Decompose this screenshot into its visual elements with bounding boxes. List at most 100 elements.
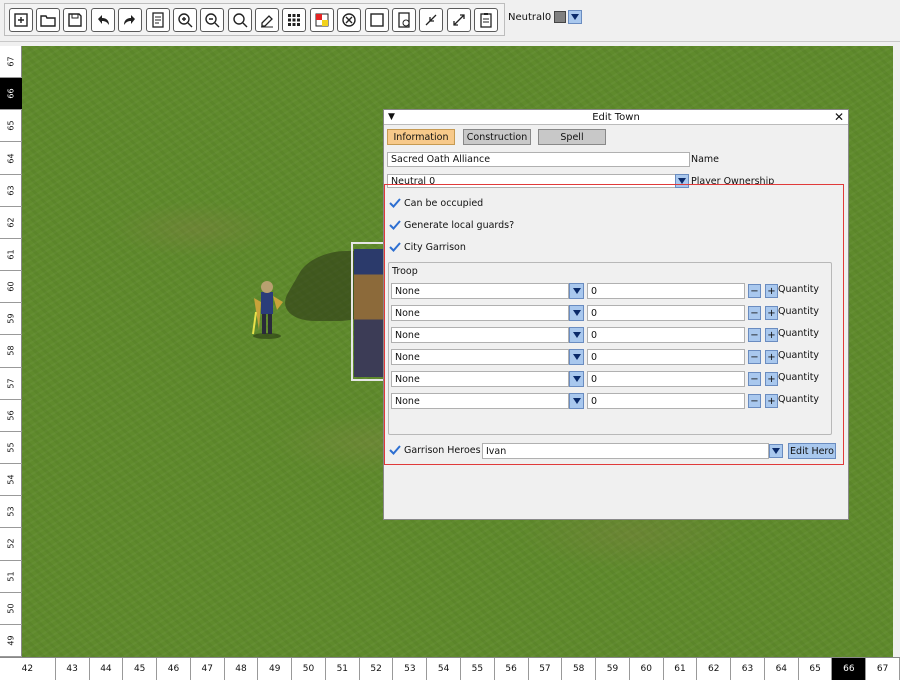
zoom-in-icon — [178, 12, 193, 27]
town-name-label: Name — [691, 154, 720, 165]
ruler-left-label: 60 — [0, 271, 22, 304]
quantity-increment-button[interactable]: + — [765, 284, 778, 298]
redo-button[interactable] — [118, 7, 143, 32]
minimize-button[interactable] — [419, 7, 444, 32]
validate-button[interactable] — [391, 7, 416, 32]
zoom-out-button[interactable] — [200, 7, 225, 32]
ruler-bottom-label: 57 — [529, 658, 563, 680]
troop-unit-dropdown[interactable] — [569, 393, 584, 409]
properties-button[interactable] — [145, 7, 170, 32]
grid-icon — [288, 13, 301, 26]
blocked-icon — [342, 12, 356, 27]
town-object[interactable] — [354, 249, 384, 377]
quantity-increment-button[interactable]: + — [765, 328, 778, 342]
owner-select[interactable]: Neutral0 — [508, 8, 583, 26]
troop-quantity-input[interactable]: 0 — [587, 305, 745, 321]
tab-construction[interactable]: Construction — [463, 129, 531, 145]
checkmark-icon[interactable] — [389, 197, 401, 209]
troop-group: Troop None 0− + Quantity None 0− + Quantity None… — [388, 262, 832, 435]
ruler-left-label: 50 — [0, 593, 22, 625]
ruler-bottom-label: 53 — [393, 658, 428, 680]
ruler-bottom-label: 60 — [630, 658, 664, 680]
quantity-decrement-button[interactable]: − — [748, 328, 761, 342]
passability-button[interactable] — [309, 7, 334, 32]
garrison-heroes-row[interactable]: Garrison Heroes — [389, 442, 481, 458]
troop-unit-select[interactable]: None — [391, 283, 569, 299]
ruler-bottom-label: 42 — [0, 658, 56, 680]
blocked-button[interactable] — [337, 7, 362, 32]
town-name-input[interactable]: Sacred Oath Alliance — [387, 152, 690, 167]
minimize-icon — [425, 14, 437, 25]
troop-unit-select[interactable]: None — [391, 393, 569, 409]
ruler-bottom-label: 50 — [292, 658, 326, 680]
checkmark-icon[interactable] — [389, 241, 401, 253]
quantity-decrement-button[interactable]: − — [748, 284, 761, 298]
ruler-bottom-label: 49 — [258, 658, 293, 680]
quantity-increment-button[interactable]: + — [765, 394, 778, 408]
quantity-label: Quantity — [778, 328, 820, 339]
zoom-reset-icon — [232, 12, 248, 27]
ruler-left-text: 55 — [6, 442, 16, 453]
ruler-left-text: 67 — [6, 56, 16, 67]
quantity-increment-button[interactable]: + — [765, 372, 778, 386]
checkmark-icon[interactable] — [389, 444, 401, 456]
generate-guards-row[interactable]: Generate local guards? — [389, 217, 514, 233]
zoom-in-button[interactable] — [172, 7, 197, 32]
grid-button[interactable] — [282, 7, 307, 32]
troop-unit-select[interactable]: None — [391, 327, 569, 343]
troop-quantity-input[interactable]: 0 — [587, 283, 745, 299]
new-file-button[interactable] — [8, 7, 33, 32]
edit-town-dialog: ▼ Edit Town ✕ Information Construction S… — [383, 109, 849, 520]
maximize-button[interactable] — [446, 7, 471, 32]
troop-unit-select[interactable]: None — [391, 305, 569, 321]
tab-spell[interactable]: Spell — [538, 129, 606, 145]
quantity-decrement-button[interactable]: − — [748, 350, 761, 364]
zoom-reset-button[interactable] — [227, 7, 252, 32]
can-be-occupied-row[interactable]: Can be occupied — [389, 195, 483, 211]
undo-button[interactable] — [90, 7, 115, 32]
ruler-bottom-label: 52 — [360, 658, 394, 680]
hero-sprite[interactable] — [248, 278, 286, 340]
city-garrison-row[interactable]: City Garrison — [389, 239, 466, 255]
garrison-hero-dropdown[interactable] — [769, 444, 783, 458]
ruler-bottom-label: 64 — [765, 658, 799, 680]
troop-unit-dropdown[interactable] — [569, 349, 584, 365]
erase-button[interactable] — [255, 7, 280, 32]
owner-dropdown-arrow[interactable] — [568, 10, 583, 24]
quantity-decrement-button[interactable]: − — [748, 372, 761, 386]
ruler-left-text: 54 — [6, 474, 16, 485]
troop-unit-dropdown[interactable] — [569, 283, 584, 299]
troop-unit-dropdown[interactable] — [569, 371, 584, 387]
fill-button[interactable] — [364, 7, 389, 32]
quantity-label: Quantity — [778, 350, 820, 361]
quantity-increment-button[interactable]: + — [765, 350, 778, 364]
clipboard-button[interactable] — [474, 7, 499, 32]
ruler-bottom-label: 45 — [123, 658, 158, 680]
chevron-down-icon — [572, 398, 581, 404]
troop-unit-select[interactable]: None — [391, 349, 569, 365]
troop-unit-dropdown[interactable] — [569, 327, 584, 343]
troop-quantity-input[interactable]: 0 — [587, 327, 745, 343]
troop-quantity-input[interactable]: 0 — [587, 371, 745, 387]
ruler-left-text: 49 — [6, 635, 16, 646]
erase-icon — [261, 14, 274, 27]
edit-hero-button[interactable]: Edit Hero — [788, 443, 836, 459]
garrison-hero-select[interactable]: Ivan — [482, 443, 769, 459]
dialog-titlebar[interactable]: ▼ Edit Town ✕ — [384, 110, 848, 125]
quantity-increment-button[interactable]: + — [765, 306, 778, 320]
troop-unit-select[interactable]: None — [391, 371, 569, 387]
ruler-bottom-label: 48 — [225, 658, 259, 680]
quantity-decrement-button[interactable]: − — [748, 394, 761, 408]
dialog-menu-icon[interactable]: ▼ — [388, 112, 395, 122]
ruler-left-text: 58 — [6, 345, 16, 357]
checkmark-icon[interactable] — [389, 219, 401, 231]
close-icon[interactable]: ✕ — [834, 110, 844, 124]
save-button[interactable] — [63, 7, 88, 32]
quantity-decrement-button[interactable]: − — [748, 306, 761, 320]
troop-unit-dropdown[interactable] — [569, 305, 584, 321]
owner-select-label: Neutral0 — [508, 11, 552, 23]
tab-information[interactable]: Information — [387, 129, 455, 145]
troop-quantity-input[interactable]: 0 — [587, 393, 745, 409]
open-button[interactable] — [36, 7, 61, 32]
troop-quantity-input[interactable]: 0 — [587, 349, 745, 365]
